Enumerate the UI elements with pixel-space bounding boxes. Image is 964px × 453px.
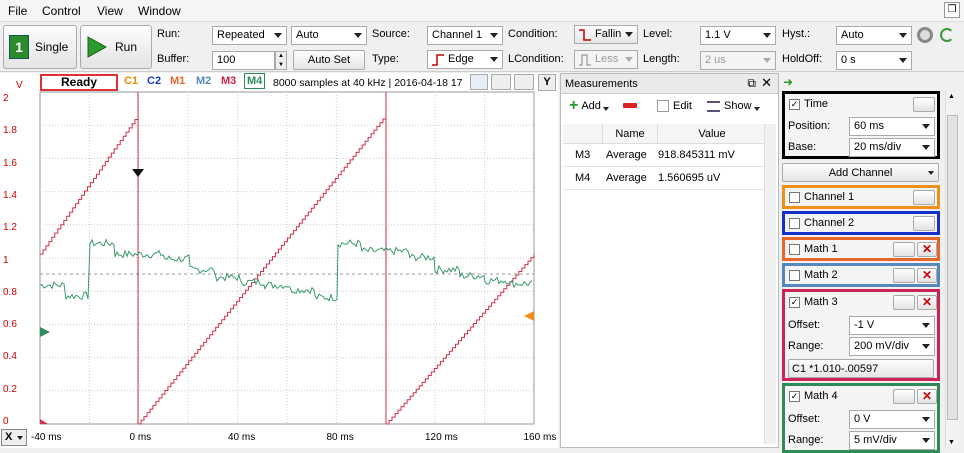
trigger-refresh-icon[interactable] (940, 28, 954, 42)
menu-view[interactable]: View (97, 4, 123, 18)
math3-checkbox[interactable]: ✓ (789, 297, 800, 308)
show-measurement-button[interactable]: Show (707, 100, 760, 112)
hyst-label: Hyst.: (782, 28, 811, 40)
measurements-title: Measurements (565, 78, 638, 90)
length-label: Length: (643, 53, 680, 65)
type-combo[interactable]: Edge (427, 50, 503, 69)
condition-combo[interactable]: Fallin (574, 25, 638, 44)
buffer-spinner[interactable]: ▲ ▼ (275, 51, 287, 70)
math4-checkbox[interactable]: ✓ (789, 391, 800, 402)
list-icon (707, 100, 720, 112)
pulse-icon (579, 54, 591, 66)
math2-delete-icon[interactable]: ✕ (917, 268, 937, 283)
run-label: Run: (157, 28, 181, 40)
play-icon (87, 36, 108, 58)
add-measurement-button[interactable]: + Add (569, 97, 609, 114)
math3-offset-combo[interactable]: -1 V (849, 316, 935, 335)
math4-panel: ✓ Math 4 ✕ Offset: 0 V Range: 5 mV/div (782, 383, 940, 453)
math1-delete-icon[interactable]: ✕ (917, 242, 937, 257)
measurements-panel: Measurements ⧉ ✕ + Add Edit Show Name Val… (560, 73, 779, 448)
channel2-checkbox[interactable] (789, 218, 800, 229)
time-checkbox[interactable]: ✓ (789, 99, 800, 110)
menu-bar: File Control View Window ❐ (0, 0, 964, 22)
level-combo[interactable]: 1.1 V (700, 26, 776, 45)
channel1-gear-icon[interactable] (913, 190, 935, 205)
scope-plot[interactable] (0, 73, 558, 448)
math3-delete-icon[interactable]: ✕ (917, 295, 937, 310)
math2-gear-icon[interactable] (893, 268, 915, 283)
math2-checkbox[interactable] (789, 270, 800, 281)
math1-panel: Math 1 ✕ (782, 237, 940, 261)
channel2-gear-icon[interactable] (913, 216, 935, 231)
level-label: Level: (643, 28, 673, 40)
name-column-header[interactable]: Name (603, 124, 658, 143)
run-button[interactable]: Run (80, 25, 152, 69)
length-combo[interactable]: 2 us (700, 51, 776, 70)
time-gear-icon[interactable] (913, 97, 935, 112)
falling-edge-icon (579, 29, 591, 41)
buffer-label: Buffer: (157, 53, 190, 65)
math3-gear-icon[interactable] (893, 295, 915, 310)
math4-delete-icon[interactable]: ✕ (917, 389, 937, 404)
math3-panel: ✓ Math 3 ✕ Offset: -1 V Range: 200 mV/di… (782, 289, 940, 381)
math1-gear-icon[interactable] (893, 242, 915, 257)
measurements-scrollbar[interactable] (764, 124, 776, 444)
trigger-settings-gear-icon[interactable] (917, 27, 933, 43)
buffer-input[interactable]: 100 (212, 51, 275, 70)
channel2-panel: Channel 2 (782, 211, 940, 235)
edit-icon (657, 100, 669, 112)
channel-side-panel: ➜ ✓ Time Position: 60 ms Base: 20 ms/div… (780, 73, 964, 453)
time-position-combo[interactable]: 60 ms (849, 117, 935, 136)
condition-label: Condition: (508, 28, 558, 40)
type-label: Type: (372, 53, 399, 65)
scope-view[interactable]: Ready C1 C2 M1 M2 M3 M4 8000 samples at … (0, 73, 558, 448)
run-mode-combo[interactable]: Auto (291, 26, 367, 45)
holdoff-combo[interactable]: 0 s (836, 51, 912, 70)
time-panel: ✓ Time Position: 60 ms Base: 20 ms/div (782, 91, 940, 159)
undock-icon[interactable]: ⧉ (747, 76, 756, 91)
menu-file[interactable]: File (8, 4, 27, 18)
math2-panel: Math 2 ✕ (782, 263, 940, 287)
restore-window-button[interactable]: ❐ (944, 2, 960, 18)
time-base-combo[interactable]: 20 ms/div (849, 138, 935, 157)
toolbar: 1 Single Run Run: Repeated Auto Buffer: … (0, 22, 964, 72)
run-combo[interactable]: Repeated (212, 26, 287, 45)
edge-icon (432, 54, 444, 66)
plus-icon: + (569, 97, 579, 114)
source-label: Source: (372, 28, 410, 40)
math3-range-combo[interactable]: 200 mV/div (849, 337, 935, 356)
math4-offset-combo[interactable]: 0 V (849, 410, 935, 429)
table-row[interactable]: M3 Average 918.845311 mV (563, 144, 766, 167)
side-arrow-icon: ➜ (783, 75, 794, 89)
auto-set-button[interactable]: Auto Set (293, 50, 365, 70)
holdoff-label: HoldOff: (782, 53, 823, 65)
math3-formula-button[interactable]: C1 *1.010-.00597 (788, 359, 934, 378)
single-button[interactable]: 1 Single (3, 25, 77, 69)
single-icon: 1 (9, 35, 29, 59)
remove-measurement-button[interactable] (623, 103, 637, 108)
close-icon[interactable]: ✕ (761, 75, 772, 91)
add-channel-button[interactable]: Add Channel (782, 163, 939, 182)
channel1-panel: Channel 1 (782, 185, 940, 209)
menu-control[interactable]: Control (42, 4, 81, 18)
side-scrollbar[interactable]: ▲ ▼ (945, 91, 959, 448)
math4-range-combo[interactable]: 5 mV/div (849, 431, 935, 450)
source-combo[interactable]: Channel 1 (427, 26, 503, 45)
channel1-checkbox[interactable] (789, 192, 800, 203)
hyst-combo[interactable]: Auto (836, 26, 912, 45)
table-row[interactable]: M4 Average 1.560695 uV (563, 167, 766, 190)
value-column-header[interactable]: Value (658, 124, 766, 143)
lcondition-label: LCondition: (508, 53, 564, 65)
lcondition-combo[interactable]: Less (574, 50, 638, 69)
math4-gear-icon[interactable] (893, 389, 915, 404)
menu-window[interactable]: Window (138, 4, 181, 18)
edit-measurement-button[interactable]: Edit (657, 100, 692, 112)
math1-checkbox[interactable] (789, 244, 800, 255)
